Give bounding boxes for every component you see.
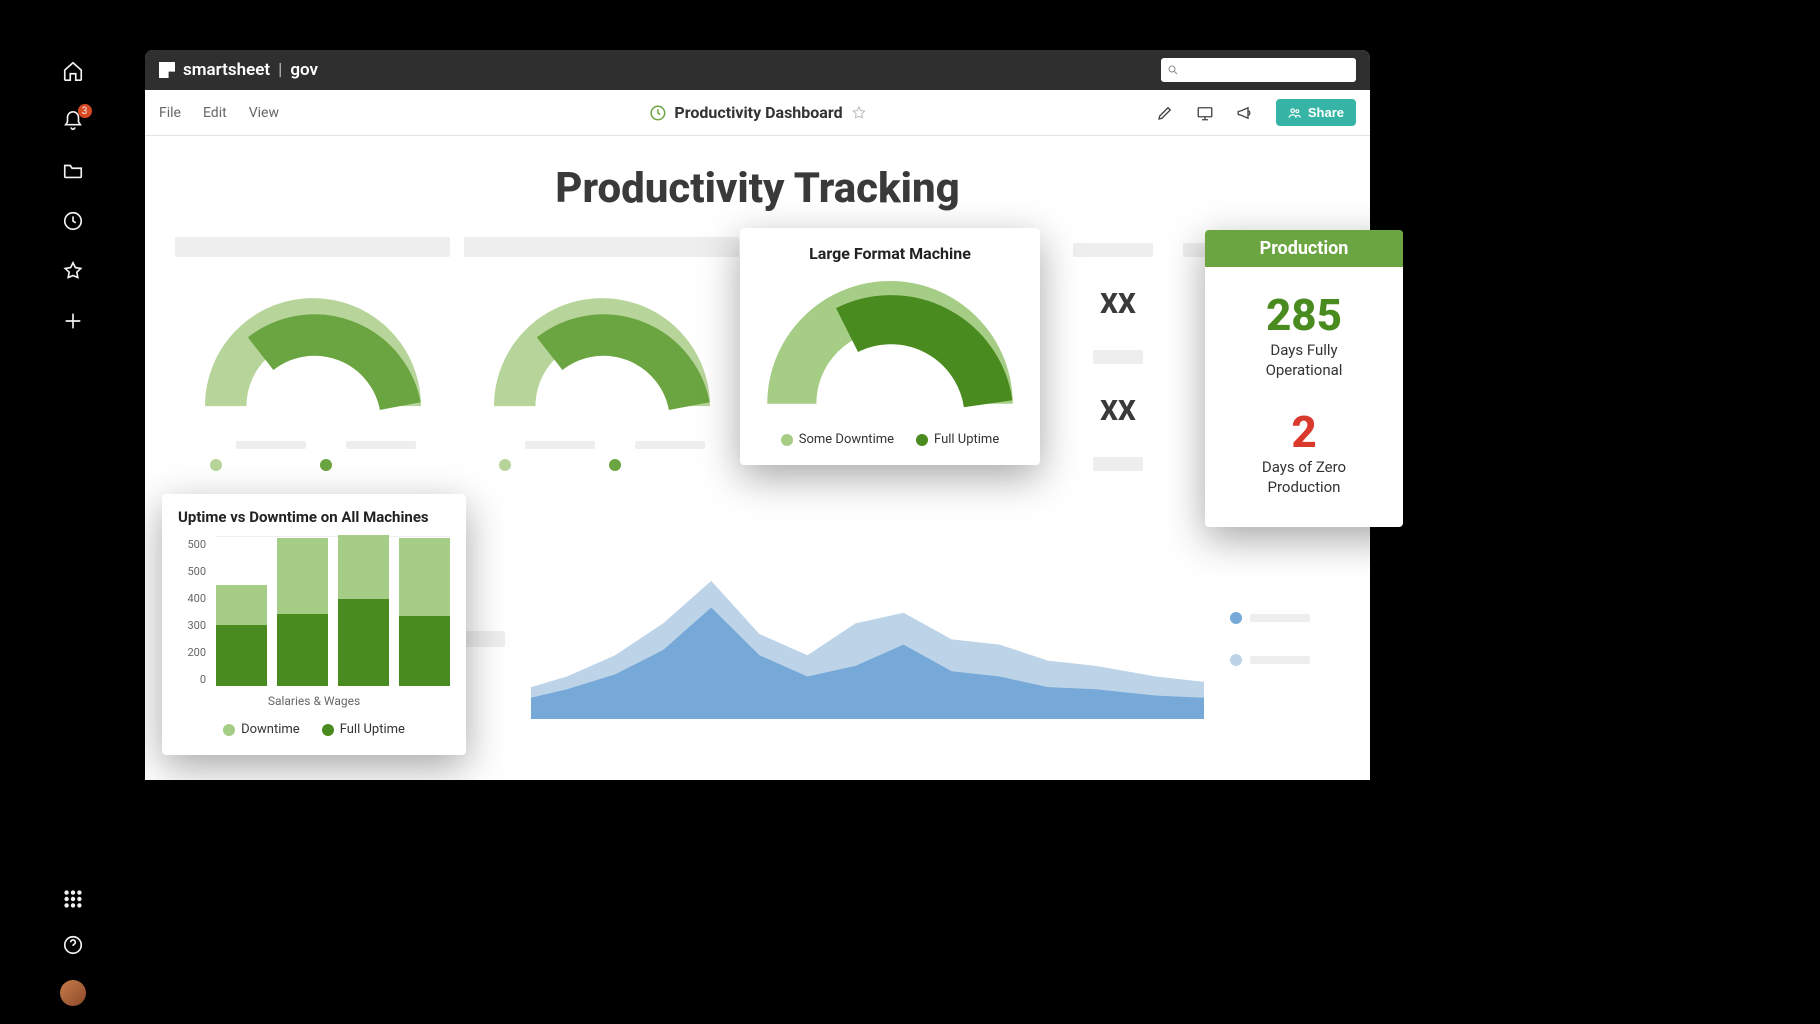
- legend-dot-icon: [223, 724, 235, 736]
- legend-dot-icon: [609, 459, 621, 471]
- present-icon[interactable]: [1196, 104, 1214, 122]
- card-uptime-vs-downtime: Uptime vs Downtime on All Machines 50050…: [162, 494, 466, 755]
- legend-dot-icon: [781, 434, 793, 446]
- gauge-chart: [760, 281, 1020, 416]
- stat-label: Days FullyOperational: [1215, 341, 1393, 380]
- avatar[interactable]: [60, 980, 86, 1006]
- bar-chart: 5005004003002000: [178, 536, 450, 686]
- search-input[interactable]: [1161, 58, 1356, 82]
- menubar: File Edit View Productivity Dashboard Sh…: [145, 90, 1370, 136]
- area-chart: [531, 549, 1204, 719]
- legend-dot-icon: [916, 434, 928, 446]
- bar: [399, 538, 450, 686]
- stat-label: Days of ZeroProduction: [1215, 458, 1393, 497]
- gauge-legend: [210, 441, 416, 489]
- placeholder-bar: [1250, 656, 1310, 664]
- favorites-icon[interactable]: [62, 260, 84, 282]
- stat-column: XX XX: [1073, 237, 1163, 489]
- placeholder-bar: [1250, 614, 1310, 622]
- bars-area: [216, 536, 450, 686]
- placeholder-bar: [346, 441, 416, 449]
- help-icon[interactable]: [62, 934, 84, 956]
- legend-label: Full Uptime: [340, 722, 405, 737]
- menu-view[interactable]: View: [249, 105, 279, 121]
- page-title: Productivity Tracking: [175, 164, 1340, 213]
- brand-name: smartsheet: [183, 60, 270, 80]
- menu-edit[interactable]: Edit: [203, 105, 227, 121]
- card-legend: Downtime Full Uptime: [178, 722, 450, 737]
- gauge-chart: [487, 297, 717, 417]
- bar: [216, 585, 267, 686]
- share-button[interactable]: Share: [1276, 99, 1356, 126]
- document-title: Productivity Dashboard: [648, 103, 866, 122]
- area-legend: [1230, 602, 1340, 666]
- placeholder-bar: [1073, 243, 1153, 257]
- placeholder-bar: [1093, 350, 1143, 364]
- document-title-text: Productivity Dashboard: [674, 103, 842, 122]
- brand-suffix: gov: [290, 60, 318, 80]
- legend-dot-icon: [322, 724, 334, 736]
- x-axis-label: Salaries & Wages: [178, 694, 450, 708]
- legend-label: Downtime: [241, 722, 300, 737]
- card-title: Uptime vs Downtime on All Machines: [178, 508, 450, 526]
- placeholder-bar: [464, 237, 739, 257]
- apps-icon[interactable]: [62, 888, 84, 910]
- y-axis: 5005004003002000: [178, 536, 206, 686]
- gauge-widget-2: [464, 237, 739, 489]
- add-icon[interactable]: [62, 310, 84, 332]
- star-icon[interactable]: [851, 105, 867, 121]
- legend-dot-icon: [499, 459, 511, 471]
- legend-dot-icon: [1230, 612, 1242, 624]
- placeholder-bar: [175, 237, 450, 257]
- share-label: Share: [1308, 105, 1344, 120]
- brand-divider: |: [278, 60, 282, 80]
- announce-icon[interactable]: [1236, 104, 1254, 122]
- search-icon: [1167, 64, 1179, 76]
- dashboard-icon: [648, 104, 666, 122]
- menu-file[interactable]: File: [159, 105, 181, 121]
- titlebar: smartsheet | gov: [145, 50, 1370, 90]
- stat-days-operational: 285: [1215, 293, 1393, 337]
- stat-value: XX: [1073, 394, 1163, 427]
- card-header: Production: [1205, 230, 1403, 267]
- placeholder-bar: [236, 441, 306, 449]
- notification-badge: 3: [78, 104, 92, 118]
- card-large-format-machine: Large Format Machine Some Downtime Full …: [740, 228, 1040, 465]
- people-icon: [1288, 106, 1302, 120]
- pencil-icon[interactable]: [1156, 104, 1174, 122]
- placeholder-bar: [635, 441, 705, 449]
- recent-icon[interactable]: [62, 210, 84, 232]
- gauge-legend: [499, 441, 705, 489]
- stat-days-zero: 2: [1215, 410, 1393, 454]
- bar: [338, 535, 389, 686]
- placeholder-bar: [525, 441, 595, 449]
- left-nav-rail: 3: [0, 0, 145, 1024]
- bar: [277, 538, 328, 686]
- card-title: Large Format Machine: [758, 244, 1022, 263]
- notifications-icon[interactable]: 3: [62, 110, 84, 132]
- gauge-chart: [198, 297, 428, 417]
- card-legend: Some Downtime Full Uptime: [758, 432, 1022, 447]
- folder-icon[interactable]: [62, 160, 84, 182]
- placeholder-bar: [1093, 457, 1143, 471]
- legend-dot-icon: [210, 459, 222, 471]
- legend-dot-icon: [1230, 654, 1242, 666]
- brand: smartsheet | gov: [159, 60, 318, 80]
- legend-label: Some Downtime: [799, 432, 894, 447]
- card-production: Production 285 Days FullyOperational 2 D…: [1205, 230, 1403, 527]
- stat-value: XX: [1073, 287, 1163, 320]
- gauge-widget-1: [175, 237, 450, 489]
- legend-label: Full Uptime: [934, 432, 999, 447]
- home-icon[interactable]: [62, 60, 84, 82]
- brand-logo-icon: [159, 62, 175, 78]
- legend-dot-icon: [320, 459, 332, 471]
